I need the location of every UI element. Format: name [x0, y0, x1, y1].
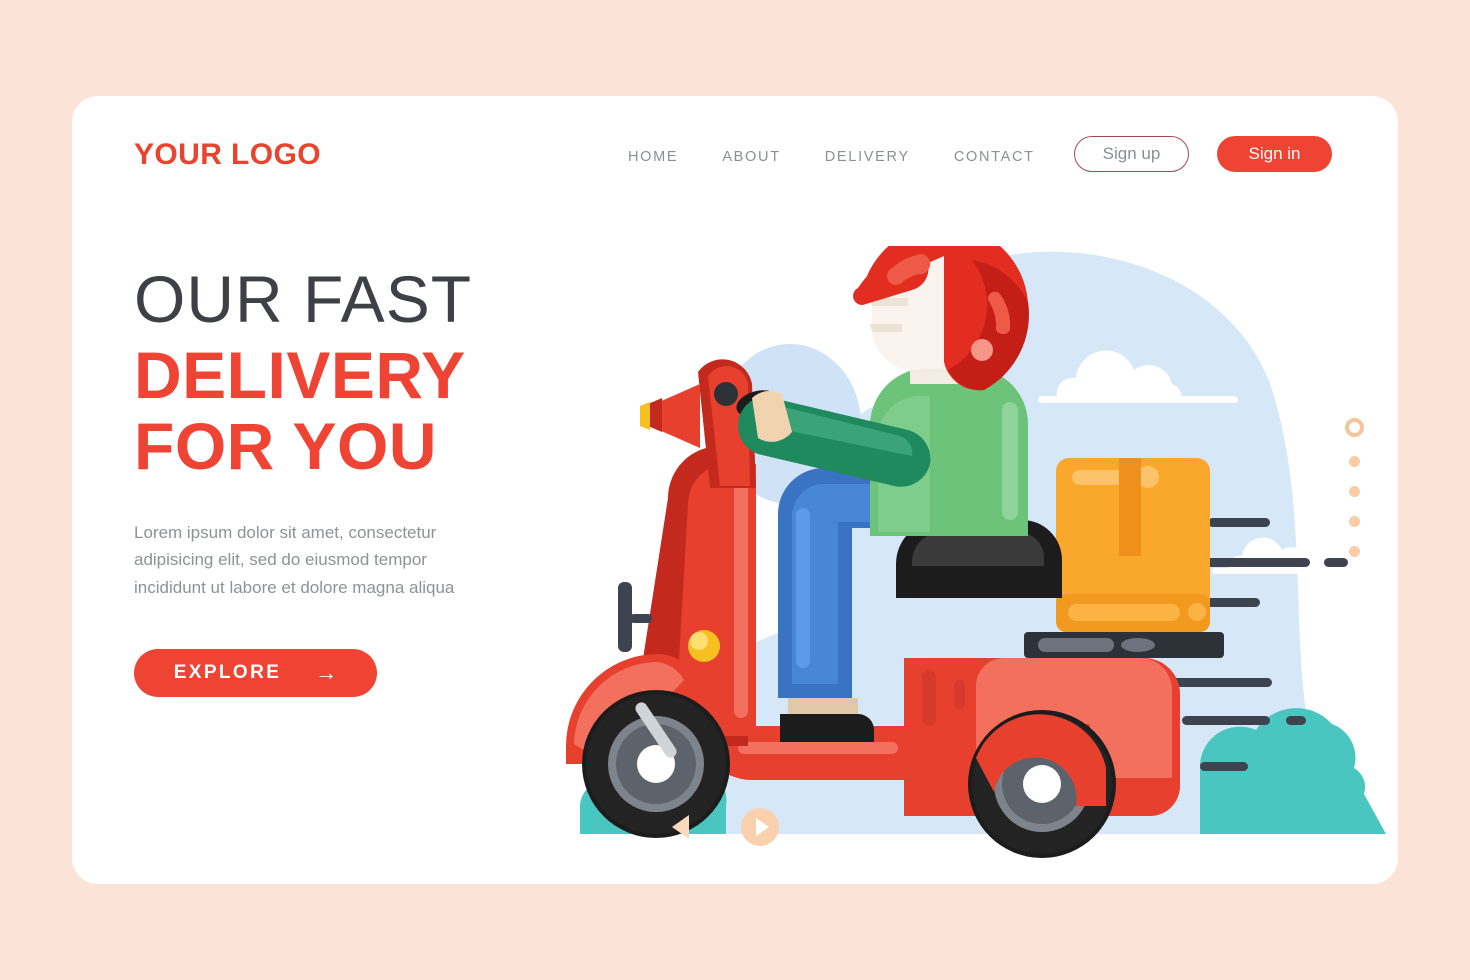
- brand-logo[interactable]: YOUR LOGO: [134, 138, 321, 172]
- explore-button[interactable]: EXPLORE →: [134, 649, 377, 698]
- play-circle-icon[interactable]: [741, 808, 779, 846]
- carousel-controls: [672, 808, 779, 846]
- headline-line-1: OUR FAST: [134, 262, 473, 336]
- explore-label: EXPLORE: [173, 662, 282, 684]
- rear-rack: [1024, 632, 1224, 658]
- headline-line-2: DELIVERY: [134, 337, 466, 412]
- main-navigation: HOME ABOUT DELIVERY CONTACT: [628, 149, 1035, 165]
- hero-card: YOUR LOGO HOME ABOUT DELIVERY CONTACT Si…: [72, 96, 1398, 884]
- nav-item-about[interactable]: ABOUT: [722, 149, 780, 165]
- auth-buttons: Sign up Sign in: [1074, 136, 1332, 172]
- parcel-box: [1056, 458, 1210, 632]
- nav-item-contact[interactable]: CONTACT: [954, 149, 1035, 165]
- nav-item-home[interactable]: HOME: [628, 149, 678, 165]
- seat-highlight: [912, 532, 1044, 566]
- hero-content: OUR FAST DELIVERY FOR YOU Lorem ipsum do…: [134, 262, 604, 698]
- delivery-scooter-illustration: [552, 246, 1398, 884]
- sign-in-button[interactable]: Sign in: [1217, 136, 1332, 172]
- sign-up-button[interactable]: Sign up: [1074, 136, 1189, 172]
- hero-paragraph: Lorem ipsum dolor sit amet, consectetur …: [134, 522, 455, 597]
- slide-dot-4[interactable]: [1349, 516, 1360, 527]
- slide-dot-5[interactable]: [1349, 546, 1360, 557]
- slide-indicator-dots: [1345, 418, 1364, 557]
- slide-dot-3[interactable]: [1349, 486, 1360, 497]
- play-triangle-icon: [755, 818, 769, 836]
- slide-dot-2[interactable]: [1349, 456, 1360, 467]
- site-header: YOUR LOGO HOME ABOUT DELIVERY CONTACT Si…: [72, 96, 1398, 246]
- headline-line-3: FOR YOU: [134, 409, 437, 484]
- arrow-right-icon: →: [315, 660, 338, 686]
- nav-item-delivery[interactable]: DELIVERY: [825, 149, 910, 165]
- triangle-left-icon[interactable]: [672, 815, 689, 839]
- rider-shoe: [780, 714, 874, 742]
- slide-dot-1[interactable]: [1345, 418, 1364, 437]
- landing-page: YOUR LOGO HOME ABOUT DELIVERY CONTACT Si…: [0, 0, 1470, 980]
